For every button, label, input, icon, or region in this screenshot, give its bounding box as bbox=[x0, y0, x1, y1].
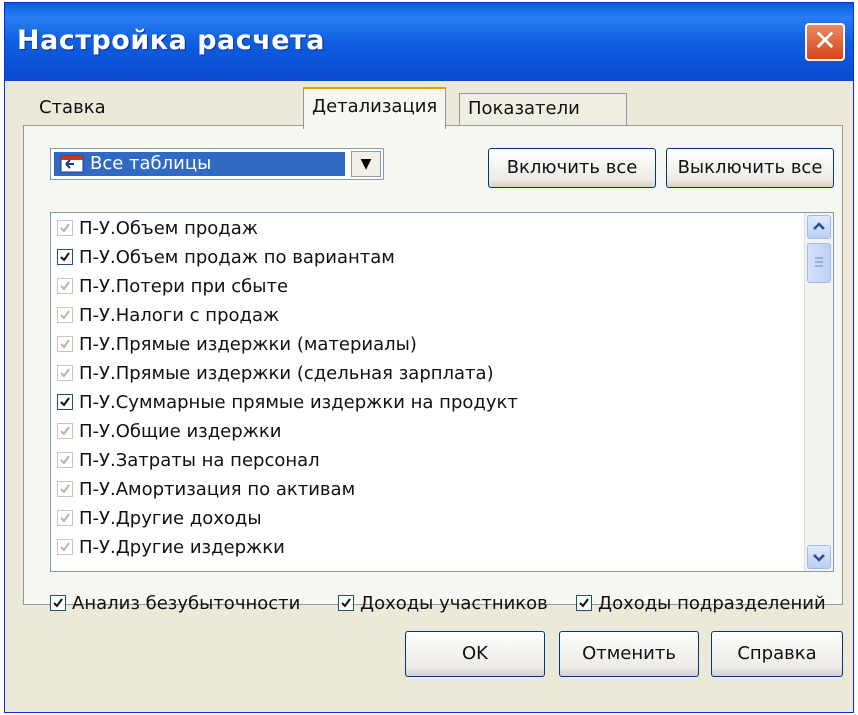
checkbox[interactable] bbox=[57, 394, 73, 410]
scroll-down-button[interactable] bbox=[807, 545, 831, 569]
table-filter-value: Все таблицы bbox=[54, 152, 345, 176]
check-icon bbox=[60, 455, 70, 465]
option-breakeven[interactable]: Анализ безубыточности bbox=[50, 592, 300, 616]
checkbox[interactable] bbox=[57, 539, 73, 555]
grip-icon bbox=[815, 257, 823, 267]
check-icon bbox=[60, 368, 70, 378]
check-icon bbox=[60, 426, 70, 436]
tab-detailing[interactable]: Детализация bbox=[303, 87, 447, 129]
title-bar[interactable]: Настройка расчета ✕ bbox=[5, 3, 853, 81]
chevron-down-icon[interactable]: ▼ bbox=[351, 151, 381, 177]
list-item[interactable]: П-У.Потери при сбыте bbox=[57, 273, 288, 303]
option-participant-income[interactable]: Доходы участников bbox=[338, 592, 548, 616]
cancel-button[interactable]: Отменить bbox=[559, 631, 699, 677]
option-label: Анализ безубыточности bbox=[72, 593, 301, 614]
checkbox[interactable] bbox=[57, 423, 73, 439]
check-icon bbox=[60, 513, 70, 523]
list-item[interactable]: П-У.Прямые издержки (сдельная зарплата) bbox=[57, 360, 494, 390]
table-filter-select[interactable]: Все таблицы ▼ bbox=[50, 148, 384, 180]
tables-icon bbox=[60, 155, 84, 173]
chevron-down-icon bbox=[813, 554, 825, 562]
close-button[interactable]: ✕ bbox=[805, 23, 845, 61]
option-label: Доходы подразделений bbox=[598, 593, 826, 614]
check-icon bbox=[60, 223, 70, 233]
list-item-label: П-У.Объем продаж по вариантам bbox=[79, 247, 395, 268]
checkbox[interactable] bbox=[57, 452, 73, 468]
checkbox[interactable] bbox=[57, 481, 73, 497]
check-icon bbox=[579, 598, 589, 608]
list-item-label: П-У.Другие доходы bbox=[79, 508, 262, 529]
list-item[interactable]: П-У.Налоги с продаж bbox=[57, 302, 279, 332]
list-item[interactable]: П-У.Прямые издержки (материалы) bbox=[57, 331, 417, 361]
list-item[interactable]: П-У.Затраты на персонал bbox=[57, 447, 320, 477]
check-icon bbox=[60, 252, 70, 262]
checkbox[interactable] bbox=[338, 595, 354, 611]
list-item-label: П-У.Амортизация по активам bbox=[79, 479, 356, 500]
tab-panel: Все таблицы ▼ Включить все Выключить все… bbox=[23, 125, 843, 614]
list-item-label: П-У.Объем продаж bbox=[79, 218, 258, 239]
list-item-label: П-У.Суммарные прямые издержки на продукт bbox=[79, 392, 518, 413]
check-icon bbox=[60, 484, 70, 494]
list-item[interactable]: П-У.Суммарные прямые издержки на продукт bbox=[57, 389, 518, 419]
ok-button[interactable]: OK bbox=[405, 631, 545, 677]
list-item-label: П-У.Прямые издержки (материалы) bbox=[79, 334, 417, 355]
list-item-label: П-У.Общие издержки bbox=[79, 421, 282, 442]
list-item-label: П-У.Потери при сбыте bbox=[79, 276, 289, 297]
list-item-label: П-У.Другие издержки bbox=[79, 537, 285, 558]
dialog-window: Настройка расчета ✕ Ставка дисконтирован… bbox=[4, 2, 854, 713]
checkbox[interactable] bbox=[57, 336, 73, 352]
check-icon bbox=[341, 598, 351, 608]
scroll-thumb[interactable] bbox=[807, 243, 831, 283]
check-icon bbox=[60, 310, 70, 320]
enable-all-button[interactable]: Включить все bbox=[488, 148, 656, 188]
checkbox[interactable] bbox=[57, 278, 73, 294]
dialog-title: Настройка расчета bbox=[17, 25, 325, 56]
list-item[interactable]: П-У.Другие издержки bbox=[57, 534, 285, 564]
help-button[interactable]: Справка bbox=[711, 631, 843, 677]
checkbox[interactable] bbox=[57, 249, 73, 265]
checkbox[interactable] bbox=[57, 307, 73, 323]
chevron-up-icon bbox=[813, 222, 825, 230]
check-icon bbox=[60, 281, 70, 291]
checkbox[interactable] bbox=[57, 220, 73, 236]
option-label: Доходы участников bbox=[360, 593, 548, 614]
checkbox[interactable] bbox=[50, 595, 66, 611]
list-item[interactable]: П-У.Амортизация по активам bbox=[57, 476, 355, 506]
tab-discount-rate[interactable]: Ставка дисконтирования bbox=[31, 93, 215, 148]
check-icon bbox=[53, 598, 63, 608]
option-division-income[interactable]: Доходы подразделений bbox=[576, 592, 826, 616]
disable-all-button[interactable]: Выключить все bbox=[666, 148, 834, 188]
checkbox[interactable] bbox=[57, 510, 73, 526]
list-item-label: П-У.Налоги с продаж bbox=[79, 305, 280, 326]
list-item-label: П-У.Затраты на персонал bbox=[79, 450, 320, 471]
checkbox[interactable] bbox=[576, 595, 592, 611]
list-item[interactable]: П-У.Объем продаж по вариантам bbox=[57, 244, 395, 274]
scroll-up-button[interactable] bbox=[807, 215, 831, 239]
checkbox[interactable] bbox=[57, 365, 73, 381]
tab-efficiency-indicators[interactable]: Показатели эффективности bbox=[459, 93, 628, 149]
check-icon bbox=[60, 542, 70, 552]
list-item-label: П-У.Прямые издержки (сдельная зарплата) bbox=[79, 363, 494, 384]
list-item[interactable]: П-У.Объем продаж bbox=[57, 215, 258, 245]
table-checklist[interactable]: П-У.Объем продаж П-У.Объем продаж по вар… bbox=[50, 212, 834, 572]
scrollbar[interactable] bbox=[804, 213, 833, 571]
list-item[interactable]: П-У.Общие издержки bbox=[57, 418, 281, 448]
check-icon bbox=[60, 397, 70, 407]
check-icon bbox=[60, 339, 70, 349]
table-filter-label: Все таблицы bbox=[90, 153, 212, 174]
list-item[interactable]: П-У.Другие доходы bbox=[57, 505, 262, 535]
